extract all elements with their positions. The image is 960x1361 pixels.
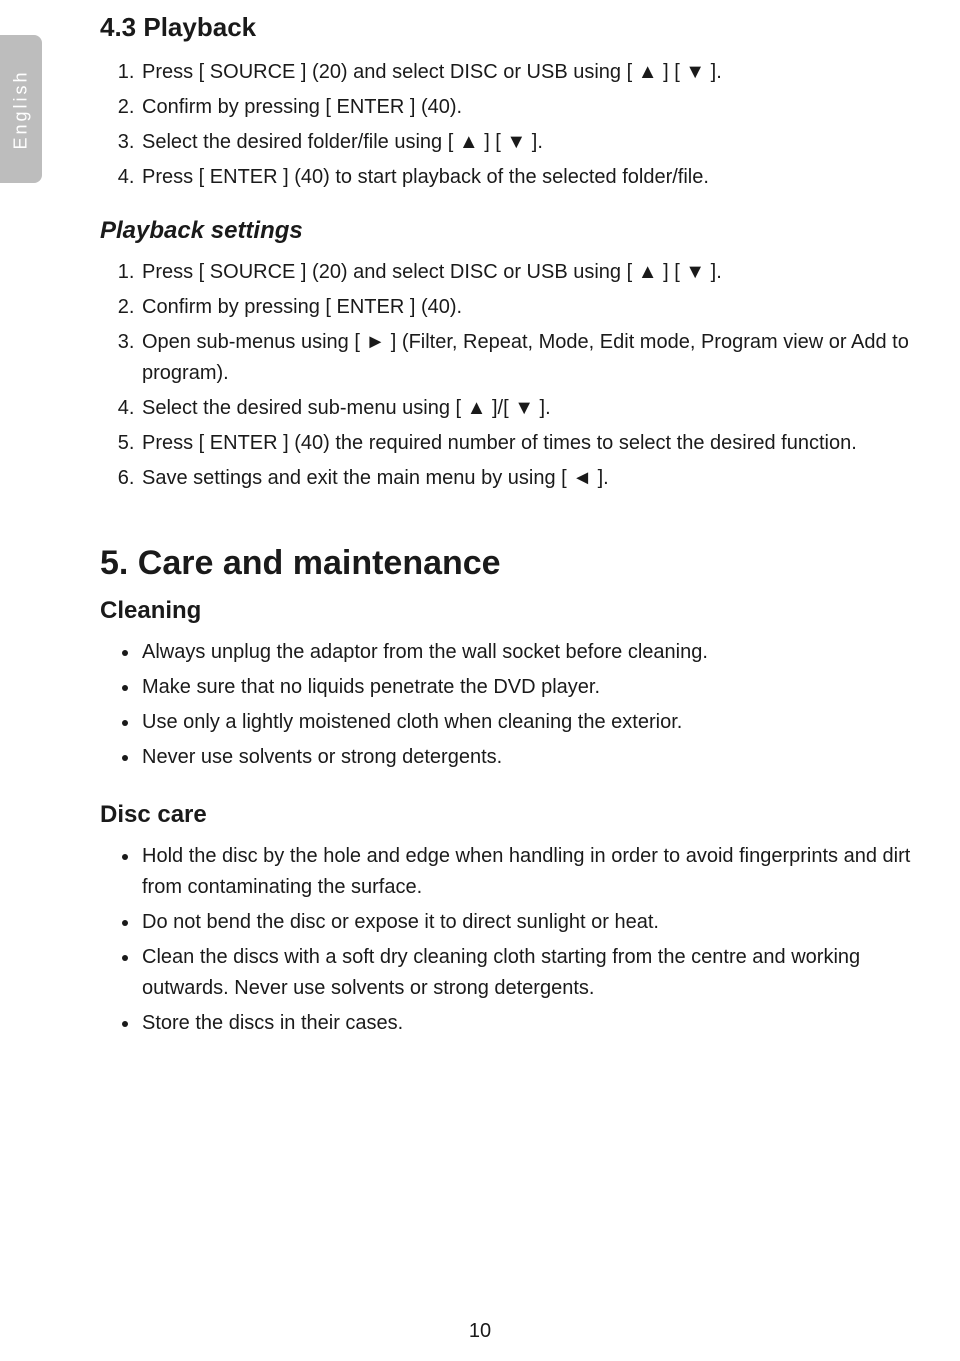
list-item: Open sub-menus using [ ► ] (Filter, Repe… [140, 327, 940, 389]
section-4-3-title: 4.3 Playback [100, 12, 940, 43]
list-item: Select the desired folder/file using [ ▲… [140, 127, 940, 158]
language-label: English [11, 69, 32, 149]
list-item: Confirm by pressing [ ENTER ] (40). [140, 292, 940, 323]
list-item: Use only a lightly moistened cloth when … [140, 707, 940, 738]
playback-steps: Press [ SOURCE ] (20) and select DISC or… [100, 57, 940, 193]
disc-care-title: Disc care [100, 801, 940, 829]
cleaning-title: Cleaning [100, 597, 940, 625]
list-item: Confirm by pressing [ ENTER ] (40). [140, 92, 940, 123]
playback-settings-title: Playback settings [100, 217, 940, 245]
list-item: Always unplug the adaptor from the wall … [140, 637, 940, 668]
list-item: Clean the discs with a soft dry cleaning… [140, 942, 940, 1004]
page-content: 4.3 Playback Press [ SOURCE ] (20) and s… [100, 0, 940, 1361]
list-item: Press [ ENTER ] (40) the required number… [140, 428, 940, 459]
language-tab: English [0, 35, 42, 183]
disc-care-list: Hold the disc by the hole and edge when … [100, 841, 940, 1039]
cleaning-list: Always unplug the adaptor from the wall … [100, 637, 940, 773]
list-item: Press [ SOURCE ] (20) and select DISC or… [140, 257, 940, 288]
list-item: Press [ ENTER ] (40) to start playback o… [140, 162, 940, 193]
playback-settings-steps: Press [ SOURCE ] (20) and select DISC or… [100, 257, 940, 494]
list-item: Hold the disc by the hole and edge when … [140, 841, 940, 903]
list-item: Do not bend the disc or expose it to dir… [140, 907, 940, 938]
page-number: 10 [0, 1320, 960, 1343]
list-item: Save settings and exit the main menu by … [140, 463, 940, 494]
list-item: Make sure that no liquids penetrate the … [140, 672, 940, 703]
list-item: Press [ SOURCE ] (20) and select DISC or… [140, 57, 940, 88]
list-item: Select the desired sub-menu using [ ▲ ]/… [140, 393, 940, 424]
section-5-title: 5. Care and maintenance [100, 544, 940, 583]
list-item: Never use solvents or strong detergents. [140, 742, 940, 773]
list-item: Store the discs in their cases. [140, 1008, 940, 1039]
